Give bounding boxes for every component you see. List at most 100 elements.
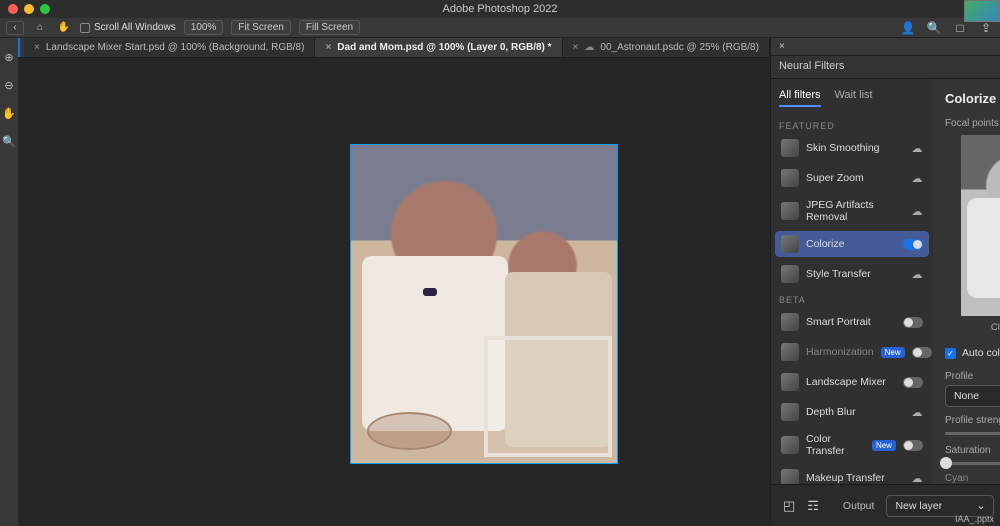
- filter-thumb-icon: [781, 169, 799, 187]
- fit-screen-button[interactable]: Fit Screen: [231, 20, 291, 35]
- slider-knob[interactable]: [940, 457, 952, 469]
- filter-toggle[interactable]: [903, 377, 923, 388]
- title-bar: Adobe Photoshop 2022: [0, 0, 1000, 18]
- filter-skin-smoothing[interactable]: Skin Smoothing ☁: [775, 135, 929, 161]
- filter-toggle[interactable]: [903, 239, 923, 250]
- filter-super-zoom[interactable]: Super Zoom ☁: [775, 165, 929, 191]
- filter-thumb-icon: [781, 235, 799, 253]
- tab-label: Dad and Mom.psd @ 100% (Layer 0, RGB/8) …: [337, 42, 551, 53]
- cyan-label: Cyan: [945, 473, 968, 484]
- saturation-slider[interactable]: [945, 462, 1000, 465]
- download-icon[interactable]: ☁: [911, 172, 923, 185]
- search-icon[interactable]: 🔍: [926, 20, 942, 36]
- checkbox-icon: [80, 23, 90, 33]
- scroll-all-windows-checkbox[interactable]: Scroll All Windows: [80, 22, 176, 33]
- filter-style-transfer[interactable]: Style Transfer ☁: [775, 261, 929, 287]
- neural-filters-body: All filters Wait list FEATURED Skin Smoo…: [771, 79, 1000, 484]
- filter-depth-blur[interactable]: Depth Blur ☁: [775, 399, 929, 425]
- neural-filters-panel: × Neural Filters All filters Wait list F…: [770, 38, 1000, 526]
- back-button[interactable]: ‹: [6, 21, 24, 35]
- filter-thumb-icon: [781, 373, 799, 391]
- filter-thumb-icon: [781, 343, 799, 361]
- chevron-down-icon: ⌄: [977, 500, 986, 512]
- profile-strength-label: Profile strength: [945, 415, 1000, 426]
- saturation-row: Saturation 0: [945, 445, 1000, 456]
- add-tool-icon[interactable]: ⊕: [0, 48, 18, 66]
- filter-thumb-icon: [781, 202, 799, 220]
- tab-landscape-mixer-start[interactable]: × Landscape Mixer Start.psd @ 100% (Back…: [24, 38, 315, 57]
- saturation-label: Saturation: [945, 445, 991, 456]
- download-icon[interactable]: ☁: [911, 268, 923, 281]
- subtab-wait-list[interactable]: Wait list: [835, 89, 873, 107]
- hand-icon[interactable]: ✋: [0, 104, 18, 122]
- download-icon[interactable]: ☁: [911, 205, 923, 218]
- active-document-image[interactable]: [350, 144, 618, 464]
- focal-points-preview[interactable]: [961, 135, 1000, 316]
- filter-thumb-icon: [781, 139, 799, 157]
- subtab-all-filters[interactable]: All filters: [779, 89, 821, 107]
- filter-label: Depth Blur: [806, 406, 904, 418]
- panel-tab-close[interactable]: ×: [771, 38, 1000, 56]
- auto-color-label: Auto color image: [962, 347, 1000, 359]
- download-icon[interactable]: ☁: [911, 142, 923, 155]
- filters-list: All filters Wait list FEATURED Skin Smoo…: [771, 79, 933, 484]
- close-icon[interactable]: ×: [325, 42, 331, 53]
- zoom-level-button[interactable]: 100%: [184, 20, 224, 35]
- cyan-red-row: Cyan Red: [945, 473, 1000, 484]
- filter-thumb-icon: [781, 403, 799, 421]
- home-icon[interactable]: ⌂: [32, 20, 48, 36]
- new-badge: New: [872, 440, 896, 451]
- focal-points-label: Focal points: [945, 118, 1000, 129]
- filter-label: Super Zoom: [806, 172, 904, 184]
- filter-settings: Colorize ↻ Focal points Click to edit fo…: [933, 79, 1000, 484]
- profile-select[interactable]: None ⌄: [945, 385, 1000, 407]
- new-badge: New: [881, 347, 905, 358]
- hand-tool-icon[interactable]: ✋: [56, 20, 72, 36]
- filter-label: Style Transfer: [806, 268, 904, 280]
- close-icon[interactable]: ×: [34, 42, 40, 53]
- options-bar: ‹ ⌂ ✋ Scroll All Windows 100% Fit Screen…: [0, 18, 1000, 38]
- settings-title: Colorize: [945, 91, 1000, 106]
- output-label: Output: [843, 500, 875, 512]
- subtract-tool-icon[interactable]: ⊖: [0, 76, 18, 94]
- filter-color-transfer[interactable]: Color Transfer New: [775, 429, 929, 461]
- filter-makeup-transfer[interactable]: Makeup Transfer ☁: [775, 465, 929, 484]
- scroll-all-windows-label: Scroll All Windows: [94, 22, 176, 33]
- user-icon[interactable]: 👤: [900, 20, 916, 36]
- left-tool-strip: ⊕ ⊖ ✋ 🔍: [0, 38, 18, 526]
- filters-subtabs: All filters Wait list: [771, 79, 933, 115]
- filter-toggle[interactable]: [903, 317, 923, 328]
- section-beta: BETA: [771, 289, 933, 307]
- profile-strength-slider[interactable]: [945, 432, 1000, 435]
- filter-label: Landscape Mixer: [806, 376, 896, 388]
- filter-smart-portrait[interactable]: Smart Portrait: [775, 309, 929, 335]
- profile-label: Profile: [945, 371, 1000, 382]
- zoom-tool-icon[interactable]: 🔍: [0, 132, 18, 150]
- filter-label: Color Transfer: [806, 433, 865, 457]
- preview-icon[interactable]: ◰: [783, 498, 795, 514]
- tab-label: Landscape Mixer Start.psd @ 100% (Backgr…: [46, 42, 305, 53]
- filter-toggle[interactable]: [903, 440, 923, 451]
- filter-thumb-icon: [781, 469, 799, 484]
- profile-value: None: [954, 390, 979, 402]
- filter-label: Smart Portrait: [806, 316, 896, 328]
- fill-screen-button[interactable]: Fill Screen: [299, 20, 360, 35]
- settings-title-label: Colorize: [945, 91, 996, 106]
- filter-harmonization[interactable]: Harmonization New: [775, 339, 929, 365]
- download-icon[interactable]: ☁: [911, 472, 923, 485]
- focal-points-caption: Click to edit focal points: [945, 322, 1000, 333]
- tab-dad-and-mom[interactable]: × Dad and Mom.psd @ 100% (Layer 0, RGB/8…: [315, 38, 562, 57]
- filter-jpeg-artifacts-removal[interactable]: JPEG Artifacts Removal ☁: [775, 195, 929, 227]
- filter-thumb-icon: [781, 436, 799, 454]
- filter-landscape-mixer[interactable]: Landscape Mixer: [775, 369, 929, 395]
- filter-label: JPEG Artifacts Removal: [806, 199, 904, 223]
- check-icon: ✓: [945, 348, 956, 359]
- filter-toggle[interactable]: [912, 347, 932, 358]
- filter-colorize[interactable]: Colorize: [775, 231, 929, 257]
- output-value: New layer: [895, 500, 942, 512]
- auto-color-checkbox[interactable]: ✓ Auto color image: [945, 347, 1000, 359]
- download-icon[interactable]: ☁: [911, 406, 923, 419]
- tab-astronaut[interactable]: × ☁ 00_Astronaut.psdc @ 25% (RGB/8): [563, 38, 770, 57]
- close-icon[interactable]: ×: [573, 42, 579, 53]
- layers-icon[interactable]: ☶: [807, 498, 819, 514]
